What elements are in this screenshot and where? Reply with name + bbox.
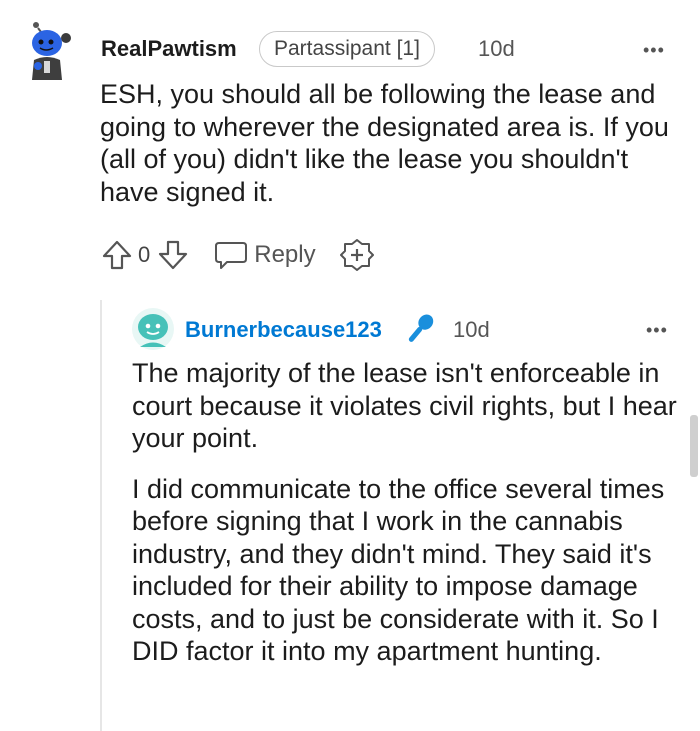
thread-line[interactable] xyxy=(100,300,102,731)
reply-button[interactable]: Reply xyxy=(214,240,316,270)
more-icon[interactable]: ••• xyxy=(646,320,668,341)
downvote-icon[interactable] xyxy=(156,238,190,272)
upvote-icon[interactable] xyxy=(100,238,134,272)
reply-paragraph: The majority of the lease isn't enforcea… xyxy=(132,358,677,453)
award-icon[interactable] xyxy=(339,238,374,272)
reply-body: The majority of the lease isn't enforcea… xyxy=(132,357,687,686)
reply-timestamp: 10d xyxy=(453,317,490,342)
comment-timestamp: 10d xyxy=(478,36,515,61)
reply-icon xyxy=(215,242,248,269)
reply-author[interactable]: Burnerbecause123 xyxy=(185,317,382,343)
microphone-icon xyxy=(408,314,434,342)
reply-avatar[interactable] xyxy=(131,307,175,351)
scrollbar[interactable] xyxy=(690,415,698,477)
reply-paragraph: I did communicate to the office several … xyxy=(132,473,665,667)
user-flair: Partassipant [1] xyxy=(259,31,435,67)
avatar[interactable] xyxy=(26,16,72,82)
more-icon[interactable]: ••• xyxy=(643,40,665,61)
comment-author[interactable]: RealPawtism xyxy=(101,36,237,62)
reply-label: Reply xyxy=(254,241,316,268)
vote-score: 0 xyxy=(138,242,151,267)
comment-body: ESH, you should all be following the lea… xyxy=(100,79,669,207)
vote-controls: 0 xyxy=(100,238,190,272)
comment-actions: 0 Reply xyxy=(100,236,374,274)
